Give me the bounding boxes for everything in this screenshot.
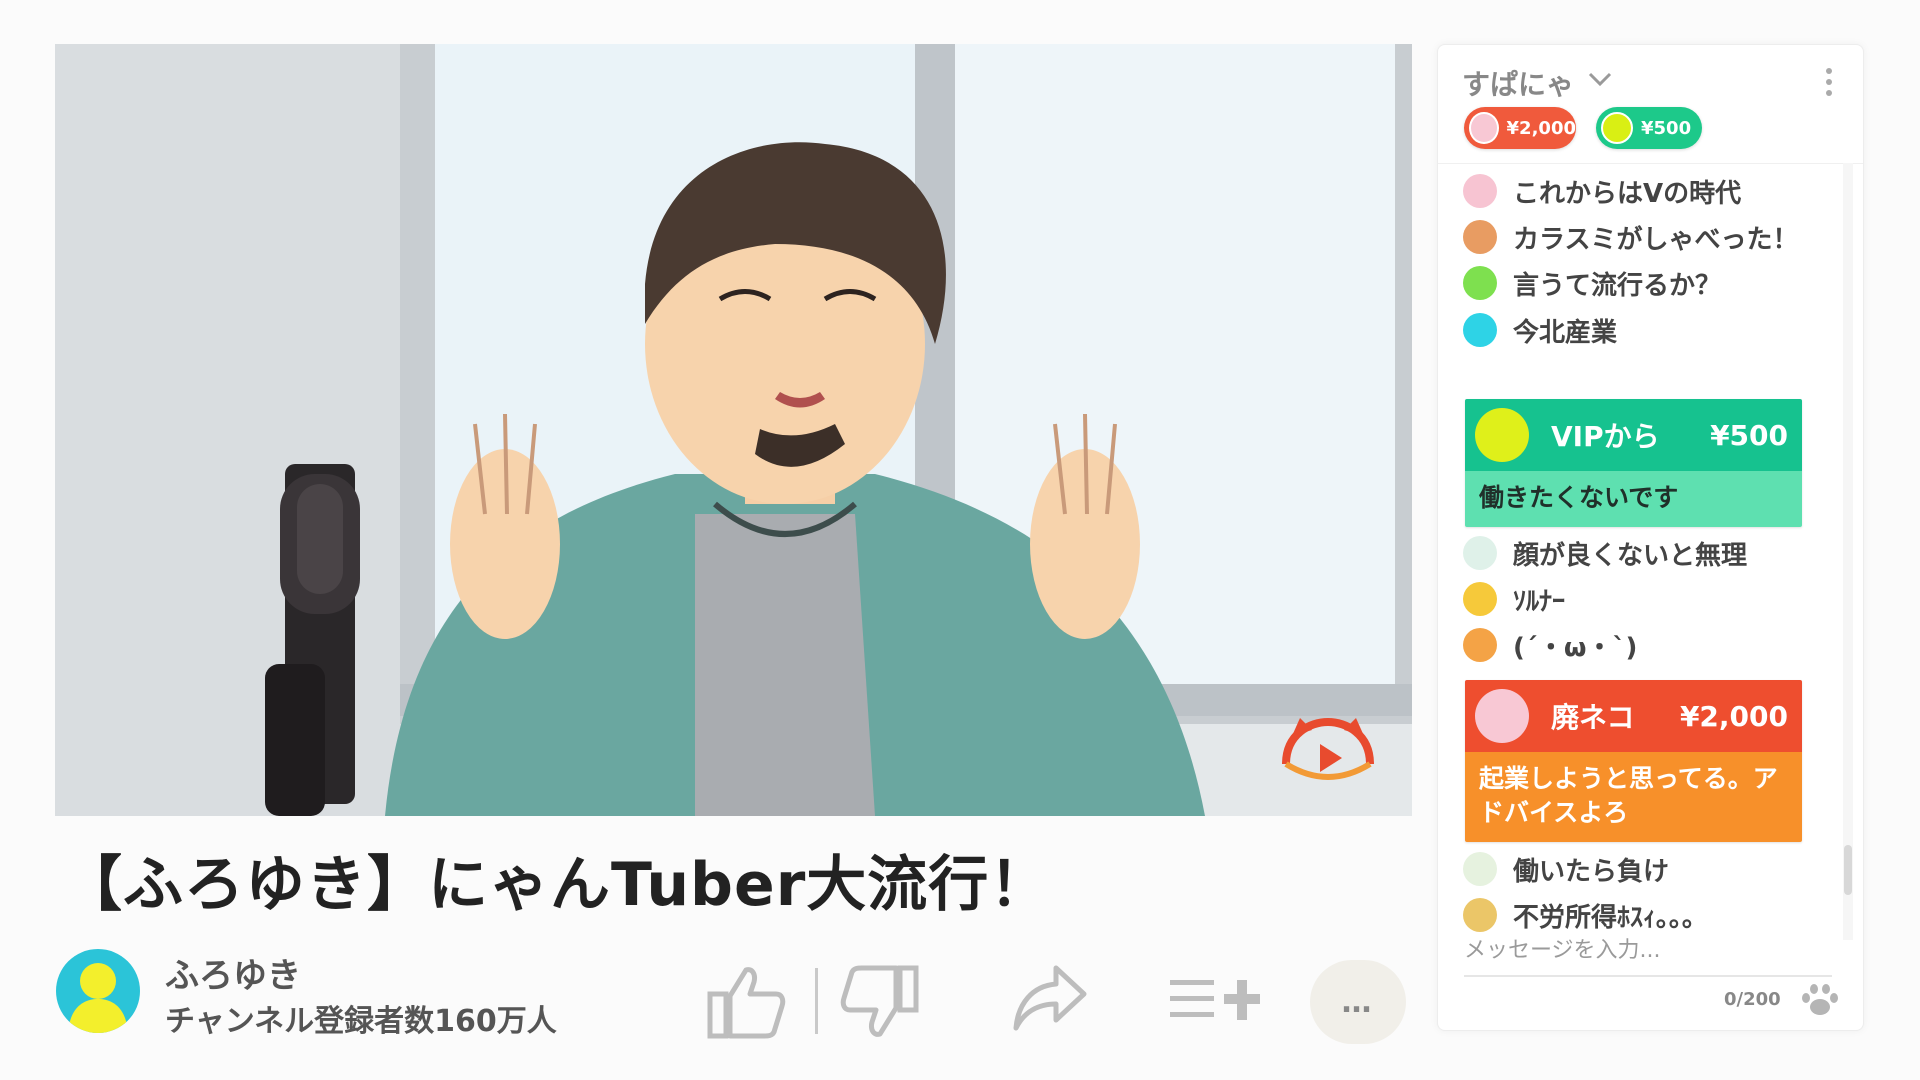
chat-avatar [1463,628,1497,662]
thumbs-up-icon [707,967,786,1039]
chat-message-text: 顔が良くないと無理 [1513,540,1748,571]
superchat-avatar [1475,689,1529,743]
kebab-menu-icon[interactable] [1824,67,1834,97]
chat-message-text: 言うて流行るか？ [1513,270,1722,301]
share-arrow-icon [1013,965,1087,1031]
subscriber-count: チャンネル登録者数160万人 [165,1004,557,1039]
chat-message: 今北産業 [1463,312,1617,348]
chat-message-text: ｿﾙﾅｰ [1513,586,1566,617]
add-to-playlist-icon [1170,980,1260,1020]
superchat-avatar [1475,408,1529,462]
chat-avatar [1463,174,1497,208]
chat-message: 言うて流行るか？ [1463,265,1721,301]
superchat-ticker[interactable]: ¥2,000 [1464,107,1576,149]
video-title: 【ふろゆき】にゃんTuber大流行！ [62,850,1051,920]
chat-message-text: (´・ω・`) [1513,632,1638,663]
chat-header: すぱにゃ ¥2,000 ¥500 [1438,45,1863,164]
chat-avatar [1463,582,1497,616]
video-frame [55,44,1412,816]
chat-message: 働いたら負け [1463,851,1669,887]
chat-scrollbar-track[interactable] [1843,163,1853,940]
superchat-message: 起業しようと思ってる。アドバイスよろ [1465,752,1802,842]
user-avatar-icon [68,963,128,1033]
chat-message: (´・ω・`) [1463,627,1637,663]
chat-message-text: カラスミがしゃべった！ [1513,224,1799,255]
chat-message: カラスミがしゃべった！ [1463,219,1798,255]
superchat-card: 廃ネコ ¥2,000 起業しようと思ってる。アドバイスよろ [1465,680,1802,842]
chat-message-list[interactable]: これからはVの時代 カラスミがしゃべった！ 言うて流行るか？ 今北産業 VIPか… [1438,163,1863,940]
chat-message-input[interactable] [1464,925,1832,977]
superchat-ticker[interactable]: ¥500 [1596,107,1702,149]
channel-avatar[interactable] [56,949,140,1033]
superchat-header: VIPから ¥500 [1465,399,1802,471]
chat-message-text: これからはVの時代 [1513,178,1742,209]
ticker-amount: ¥2,000 [1506,117,1576,139]
chat-avatar [1463,220,1497,254]
save-to-playlist-button[interactable] [1168,976,1264,1024]
superchat-amount: ¥2,000 [1679,699,1788,733]
superchat-name: 廃ネコ [1551,701,1635,734]
chat-message: 顔が良くないと無理 [1463,535,1747,571]
chat-avatar [1463,536,1497,570]
like-divider [815,968,818,1034]
video-page: 【ふろゆき】にゃんTuber大流行！ ふろゆき チャンネル登録者数160万人 …… [0,0,1920,1080]
chat-message: これからはVの時代 [1463,173,1741,209]
chat-avatar [1463,852,1497,886]
paw-send-icon[interactable] [1800,982,1840,1018]
chat-message: ｿﾙﾅｰ [1463,581,1565,617]
thumbs-down-icon [840,965,919,1037]
chat-avatar [1463,266,1497,300]
superchat-card: VIPから ¥500 働きたくないです [1465,399,1802,527]
chat-avatar [1463,313,1497,347]
superchat-header: 廃ネコ ¥2,000 [1465,680,1802,752]
char-count: 0/200 [1724,989,1781,1010]
superchat-message: 働きたくないです [1465,471,1802,527]
video-player[interactable] [55,44,1412,816]
dislike-button[interactable] [840,964,920,1040]
chat-title[interactable]: すぱにゃ [1462,63,1574,103]
chat-message-text: 働いたら負け [1513,856,1670,887]
ticker-amount: ¥500 [1641,117,1692,139]
ticker-avatar [1469,112,1499,144]
cat-play-logo-icon [1282,717,1374,780]
channel-name[interactable]: ふろゆき [165,948,301,997]
live-chat-panel: すぱにゃ ¥2,000 ¥500 これからはVの時代 カラスミがしゃべった！ 言… [1437,44,1864,1031]
chevron-down-icon[interactable] [1588,71,1612,87]
chat-scrollbar-thumb[interactable] [1844,845,1852,895]
ticker-avatar [1601,112,1633,144]
like-button[interactable] [706,964,786,1040]
more-options-button[interactable]: … [1310,960,1406,1044]
share-button[interactable] [1012,962,1088,1034]
chat-message-text: 今北産業 [1513,317,1618,348]
superchat-name: VIPから [1551,420,1660,453]
superchat-amount: ¥500 [1710,418,1788,452]
